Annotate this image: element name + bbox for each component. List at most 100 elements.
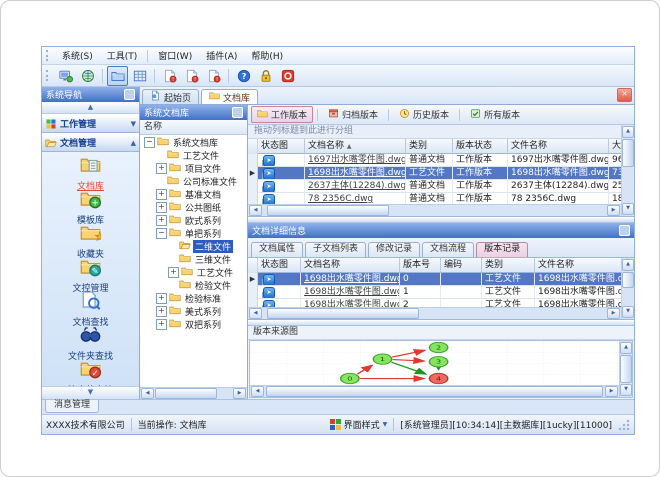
tree-item-工艺文件[interactable]: 工艺文件 xyxy=(140,149,247,162)
column-header-类别[interactable]: 类别 xyxy=(482,258,535,273)
grid1-horizontal-scrollbar[interactable]: ◀ ▶ xyxy=(248,204,621,216)
version-button-历史版本[interactable]: 历史版本 xyxy=(393,106,455,123)
table-row[interactable]: ➤78 2356C.dwg普通文档工作版本78 2356C.dwg182.15K… xyxy=(248,193,621,204)
system-monitor-icon[interactable] xyxy=(55,66,76,86)
column-header-文件名称[interactable]: 文件名称 xyxy=(535,258,621,273)
tree-horizontal-scrollbar[interactable]: ◀ ▶ xyxy=(140,387,247,399)
sidebar-group-work[interactable]: 工作管理 ▼ xyxy=(42,114,139,133)
sidebar-item-文档库[interactable]: 文档库 xyxy=(42,156,139,192)
toolbar-grip[interactable] xyxy=(46,50,51,61)
details-tab-文档属性[interactable]: 文档属性 xyxy=(251,242,304,257)
tree-item-美式系列[interactable]: + 美式系列 xyxy=(140,305,247,318)
template-grid-icon[interactable] xyxy=(129,66,150,86)
graph-vertical-scrollbar[interactable]: ▲ ▼ xyxy=(619,341,632,397)
tree-expand-toggle[interactable]: + xyxy=(168,267,179,278)
menu-item[interactable]: 插件(A) xyxy=(200,48,243,63)
scroll-thumb[interactable] xyxy=(155,388,217,399)
tab-文档库[interactable]: 文档库 xyxy=(201,89,259,104)
graph-node-2[interactable]: 2 xyxy=(428,341,449,354)
version-button-所有版本[interactable]: 所有版本 xyxy=(464,106,526,123)
sidebar-item-模板库[interactable]: + 模板库 xyxy=(42,190,139,226)
group-by-hint[interactable]: 拖动列标题到此进行分组 xyxy=(248,125,621,139)
sidebar-item-签出的文档[interactable]: ✓签出的文档 xyxy=(42,360,139,386)
new-document-icon[interactable]: ! xyxy=(159,66,180,86)
tree-item-二维文件[interactable]: 二维文件 xyxy=(140,240,247,253)
tree-expand-toggle[interactable]: + xyxy=(156,293,167,304)
scroll-left-icon[interactable]: ◀ xyxy=(251,386,264,397)
pin-icon[interactable] xyxy=(232,107,243,118)
column-header-大小[interactable]: 大小 xyxy=(609,139,621,154)
sidebar-group-documents[interactable]: 文档管理 ▲ xyxy=(42,133,139,152)
tree-item-系统文档库[interactable]: − 系统文档库 xyxy=(140,136,247,149)
help-icon[interactable]: ? xyxy=(233,66,254,86)
tree-item-检验标准[interactable]: + 检验标准 xyxy=(140,292,247,305)
message-manager-tab[interactable]: 消息管理 xyxy=(45,400,100,413)
scroll-right-icon[interactable]: ▶ xyxy=(605,386,618,397)
column-header-文件名称[interactable]: 文件名称 xyxy=(508,139,609,154)
tree-item-双把系列[interactable]: + 双把系列 xyxy=(140,318,247,331)
tree-item-检验文件[interactable]: 检验文件 xyxy=(140,279,247,292)
table-row[interactable]: ▶➤1698出水嘴零件图.dwg工艺文件工作版本1698出水嘴零件图.dwg73… xyxy=(248,167,621,180)
tree-expand-toggle[interactable]: − xyxy=(156,228,167,239)
scroll-left-icon[interactable]: ◀ xyxy=(141,388,154,399)
sidebar-collapse-button[interactable]: ▲ xyxy=(42,102,139,114)
web-globe-icon[interactable] xyxy=(77,66,98,86)
tree-expand-toggle[interactable]: + xyxy=(156,215,167,226)
lock-icon[interactable] xyxy=(255,66,276,86)
pin-icon[interactable] xyxy=(619,225,630,236)
tree-expand-toggle[interactable]: + xyxy=(156,319,167,330)
sidebar-scroll-down-button[interactable]: ▼ xyxy=(42,386,139,399)
grid2-horizontal-scrollbar[interactable]: ◀ ▶ xyxy=(248,307,621,319)
menu-item[interactable]: 窗口(W) xyxy=(152,48,198,63)
column-header-文档名称[interactable]: 文档名称 xyxy=(301,258,400,273)
scroll-thumb[interactable] xyxy=(620,355,632,383)
scroll-thumb[interactable] xyxy=(622,272,634,288)
pin-icon[interactable] xyxy=(124,89,135,100)
document-library-icon[interactable] xyxy=(107,65,128,86)
scroll-thumb[interactable] xyxy=(266,386,603,397)
scroll-down-icon[interactable]: ▼ xyxy=(620,384,632,396)
tree-expand-toggle[interactable]: + xyxy=(156,202,167,213)
details-tab-修改记录[interactable]: 修改记录 xyxy=(368,242,421,257)
tab-起始页[interactable]: 起始页 xyxy=(142,89,200,104)
tree-item-欧式系列[interactable]: + 欧式系列 xyxy=(140,214,247,227)
scroll-thumb[interactable] xyxy=(622,139,634,167)
import-document-icon[interactable]: ! xyxy=(181,66,202,86)
scroll-up-icon[interactable]: ▲ xyxy=(620,342,632,354)
graph-node-4[interactable]: 4 xyxy=(428,372,449,385)
scroll-up-icon[interactable]: ▲ xyxy=(622,126,634,138)
grid2-vertical-scrollbar[interactable]: ▲ ▼ xyxy=(621,258,634,319)
table-row[interactable]: ▶➤1698出水嘴零件图.dwg0工艺文件1698出水嘴零件图.dwg73.00… xyxy=(248,273,621,286)
tree-item-项目文件[interactable]: + 项目文件 xyxy=(140,162,247,175)
column-header-状态图[interactable]: 状态图 xyxy=(258,139,305,154)
table-row[interactable]: ➤1697出水嘴零件图.dwg普通文档工作版本1697出水嘴零件图.dwg96.… xyxy=(248,154,621,167)
details-tab-版本记录[interactable]: 版本记录 xyxy=(476,242,529,257)
menu-item[interactable]: 工具(T) xyxy=(101,48,144,63)
menu-item[interactable]: 帮助(H) xyxy=(245,48,289,63)
version-graph[interactable]: 0 1 2 3 4 xyxy=(250,341,619,385)
graph-node-3[interactable]: 3 xyxy=(428,356,449,368)
scroll-left-icon[interactable]: ◀ xyxy=(249,308,262,319)
table-row[interactable]: ➤1698出水嘴零件图.dwg2工艺文件1698出水嘴零件图.dwg73.00K… xyxy=(248,299,621,307)
tree-column-header[interactable]: 名称 xyxy=(140,120,247,135)
scroll-thumb[interactable] xyxy=(267,308,419,319)
tree-item-工艺文件[interactable]: + 工艺文件 xyxy=(140,266,247,279)
table-row[interactable]: ➤1698出水嘴零件图.dwg1工艺文件1698出水嘴零件图.dwg73.00K… xyxy=(248,286,621,299)
column-header-状态图[interactable]: 状态图 xyxy=(258,258,301,273)
tree-item-公司标准文件[interactable]: 公司标准文件 xyxy=(140,175,247,188)
close-tab-button[interactable]: ✕ xyxy=(617,88,632,102)
tree-item-单把系列[interactable]: − 单把系列 xyxy=(140,227,247,240)
tree-expand-toggle[interactable]: + xyxy=(156,189,167,200)
scroll-down-icon[interactable]: ▼ xyxy=(622,306,634,318)
export-document-icon[interactable]: ! xyxy=(203,66,224,86)
column-header-文档名称[interactable]: 文档名称 ▲ xyxy=(305,139,406,154)
details-tab-文档流程[interactable]: 文档流程 xyxy=(422,242,475,257)
scroll-right-icon[interactable]: ▶ xyxy=(607,205,620,216)
ui-style-dropdown[interactable]: 界面样式 ▼ xyxy=(329,418,387,431)
menu-item[interactable]: 系统(S) xyxy=(56,48,99,63)
column-header-编码[interactable]: 编码 xyxy=(441,258,482,273)
tree-item-基准文档[interactable]: + 基准文档 xyxy=(140,188,247,201)
scroll-right-icon[interactable]: ▶ xyxy=(607,308,620,319)
resize-grip[interactable] xyxy=(618,418,630,431)
scroll-right-icon[interactable]: ▶ xyxy=(233,388,246,399)
